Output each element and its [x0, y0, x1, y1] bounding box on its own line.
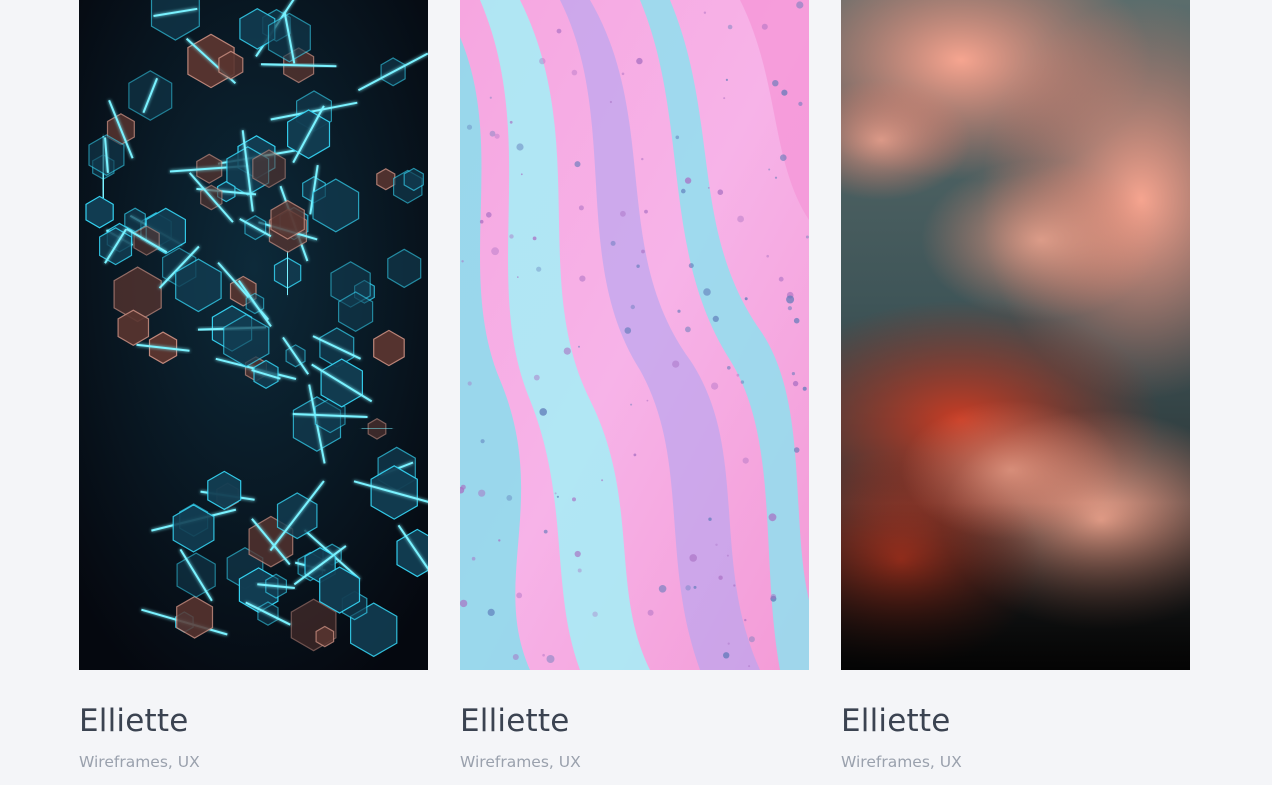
card-title[interactable]: Elliette — [79, 670, 428, 742]
fluid-paint-image[interactable] — [460, 0, 809, 670]
sunset-clouds-image[interactable] — [841, 0, 1190, 670]
card-categories: Wireframes, UX — [460, 753, 581, 771]
card-categories: Wireframes, UX — [79, 753, 200, 771]
portfolio-card[interactable]: Elliette Wireframes, UX — [841, 0, 1190, 772]
portfolio-grid: Elliette Wireframes, UX Elliette Wirefra… — [79, 0, 1190, 772]
portfolio-card[interactable]: Elliette Wireframes, UX — [79, 0, 428, 772]
portfolio-card[interactable]: Elliette Wireframes, UX — [460, 0, 809, 772]
card-title[interactable]: Elliette — [841, 670, 1190, 742]
card-categories: Wireframes, UX — [841, 753, 962, 771]
card-title[interactable]: Elliette — [460, 670, 809, 742]
neon-hexagons-image[interactable] — [79, 0, 428, 670]
